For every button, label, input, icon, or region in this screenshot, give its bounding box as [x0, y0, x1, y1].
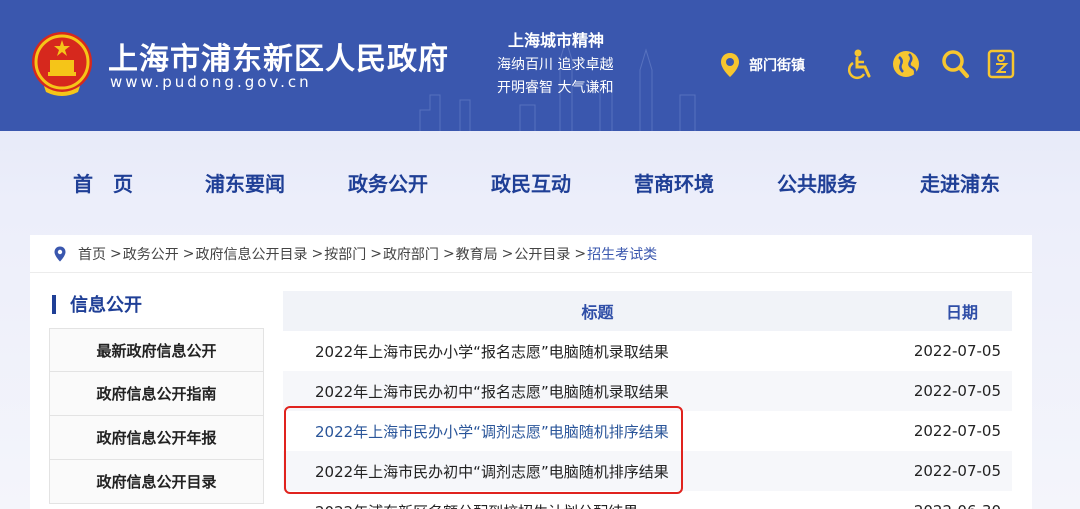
- sidebar-item-catalog[interactable]: 政府信息公开目录: [49, 460, 264, 504]
- title-accent-bar: [52, 294, 56, 314]
- city-spirit-title: 上海城市精神: [508, 31, 605, 50]
- breadcrumb-separator: >: [110, 245, 122, 262]
- globe-icon[interactable]: [891, 48, 921, 80]
- row-date: 2022-07-05: [913, 462, 1001, 480]
- location-icon: [721, 53, 739, 77]
- table-row[interactable]: 2022年上海市民办初中“报名志愿”电脑随机录取结果 2022-07-05: [283, 371, 1012, 411]
- column-header-date: 日期: [945, 303, 978, 322]
- column-header-title: 标题: [581, 303, 614, 322]
- highlight-annotation-box: [284, 406, 683, 494]
- row-date: 2022-07-05: [913, 382, 1001, 400]
- row-date: 2022-06-30: [903, 502, 1012, 509]
- main-nav: 首 页 浦东要闻 政务公开 政民互动 营商环境 公共服务 走进浦东: [0, 131, 1080, 229]
- site-title[interactable]: 上海市浦东新区人民政府: [108, 34, 449, 78]
- sidebar-menu: 最新政府信息公开 政府信息公开指南 政府信息公开年报 政府信息公开目录: [49, 328, 264, 504]
- nav-item-interaction[interactable]: 政民互动: [491, 168, 571, 197]
- location-pin-icon: [54, 246, 66, 261]
- nav-item-about-pudong[interactable]: 走进浦东: [920, 168, 1000, 197]
- nav-item-home[interactable]: 首 页: [73, 168, 133, 197]
- row-title-link[interactable]: 2022年上海市民办小学“报名志愿”电脑随机录取结果: [283, 341, 903, 362]
- breadcrumb-separator: >: [501, 245, 514, 262]
- city-spirit-line: 海纳百川 追求卓越: [497, 57, 614, 73]
- sidebar-item-latest[interactable]: 最新政府信息公开: [49, 328, 264, 372]
- table-header: 标题 日期: [283, 291, 1012, 331]
- breadcrumb-separator: >: [442, 245, 455, 262]
- nav-item-gov-affairs[interactable]: 政务公开: [348, 168, 428, 197]
- breadcrumb-item[interactable]: 按部门: [324, 244, 366, 264]
- site-url: www.pudong.gov.cn: [110, 73, 312, 91]
- breadcrumb-item[interactable]: 公开目录: [514, 244, 570, 264]
- table-row[interactable]: 2022年上海市民办小学“报名志愿”电脑随机录取结果 2022-07-05: [283, 331, 1012, 371]
- breadcrumb-item[interactable]: 政务公开: [123, 244, 179, 264]
- breadcrumb-item[interactable]: 政府信息公开目录: [195, 244, 307, 264]
- row-date: 2022-07-05: [913, 422, 1001, 440]
- breadcrumb-separator: >: [311, 245, 324, 262]
- sidebar-title: 信息公开: [52, 291, 142, 317]
- search-icon[interactable]: [940, 48, 970, 80]
- row-title-link[interactable]: 2022年上海市民办初中“报名志愿”电脑随机录取结果: [283, 381, 903, 402]
- accessibility-icon[interactable]: [845, 48, 875, 80]
- sidebar-item-annual-report[interactable]: 政府信息公开年报: [49, 416, 264, 460]
- national-emblem-logo: [32, 32, 92, 96]
- breadcrumb-item[interactable]: 政府部门: [383, 244, 439, 264]
- breadcrumb-item[interactable]: 教育局: [456, 244, 498, 264]
- breadcrumb-separator: >: [574, 245, 587, 262]
- breadcrumb-item[interactable]: 首页: [78, 244, 106, 264]
- row-date: 2022-07-05: [913, 342, 1001, 360]
- breadcrumb-separator: >: [182, 245, 195, 262]
- breadcrumb-current[interactable]: 招生考试类: [587, 244, 657, 264]
- row-title-link[interactable]: 2022年浦东新区名额分配到校招生计划分配结果: [283, 501, 903, 509]
- dept-streets-label: 部门街镇: [749, 58, 805, 74]
- nav-item-business[interactable]: 营商环境: [634, 168, 714, 197]
- breadcrumb-separator: >: [370, 245, 382, 262]
- elderly-mode-icon[interactable]: [986, 48, 1016, 80]
- nav-item-public-service[interactable]: 公共服务: [777, 168, 857, 197]
- city-spirit-line: 开明睿智 大气谦和: [497, 80, 614, 96]
- sidebar-title-text: 信息公开: [70, 295, 142, 316]
- site-header: 上海市浦东新区人民政府 www.pudong.gov.cn 上海城市精神 海纳百…: [0, 0, 1080, 131]
- nav-item-pudong-news[interactable]: 浦东要闻: [205, 168, 285, 197]
- breadcrumb: 首页 > 政务公开 > 政府信息公开目录 > 按部门 > 政府部门 > 教育局 …: [30, 235, 1032, 273]
- sidebar-item-guide[interactable]: 政府信息公开指南: [49, 372, 264, 416]
- dept-streets-link[interactable]: 部门街镇: [720, 52, 805, 78]
